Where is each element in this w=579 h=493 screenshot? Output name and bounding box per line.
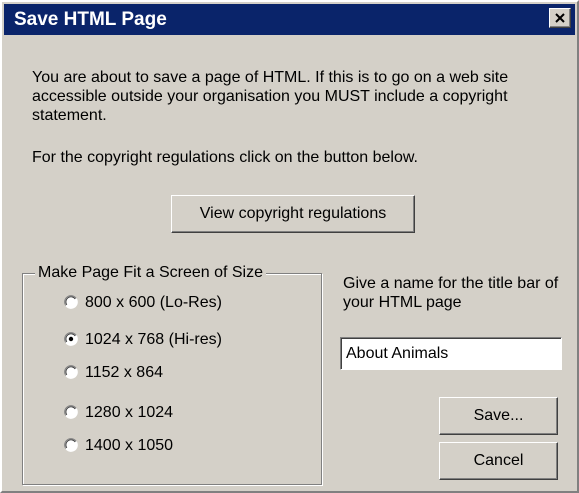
radio-button-icon[interactable] (64, 405, 78, 419)
window-title: Save HTML Page (14, 9, 167, 30)
radio-checked-dot (68, 336, 74, 342)
close-button[interactable] (549, 8, 571, 28)
radio-label: 1024 x 768 (Hi-res) (85, 331, 222, 348)
radio-label: 1152 x 864 (85, 364, 163, 381)
intro-text: You are about to save a page of HTML. If… (32, 69, 509, 124)
close-icon (555, 13, 565, 23)
screen-size-legend: Make Page Fit a Screen of Size (35, 263, 266, 282)
radio-label: 1400 x 1050 (85, 437, 174, 454)
radio-button-icon[interactable] (64, 295, 78, 309)
title-bar[interactable]: Save HTML Page (4, 4, 575, 35)
title-bar-name-input[interactable] (340, 337, 562, 370)
radio-label: 800 x 600 (Lo-Res) (85, 294, 222, 311)
save-html-page-dialog: Save HTML Page You are about to save a p… (0, 0, 579, 493)
radio-label: 1280 x 1024 (85, 404, 174, 421)
radio-button-icon[interactable] (64, 438, 78, 452)
radio-button-icon[interactable] (64, 332, 78, 346)
view-copyright-regulations-button[interactable]: View copyright regulations (171, 195, 415, 233)
cancel-button[interactable]: Cancel (439, 442, 558, 480)
save-button[interactable]: Save... (439, 397, 558, 435)
radio-button-icon[interactable] (64, 365, 78, 379)
title-bar-name-prompt: Give a name for the title bar of your HT… (343, 275, 559, 311)
copyright-instruction: For the copyright regulations click on t… (32, 149, 418, 166)
